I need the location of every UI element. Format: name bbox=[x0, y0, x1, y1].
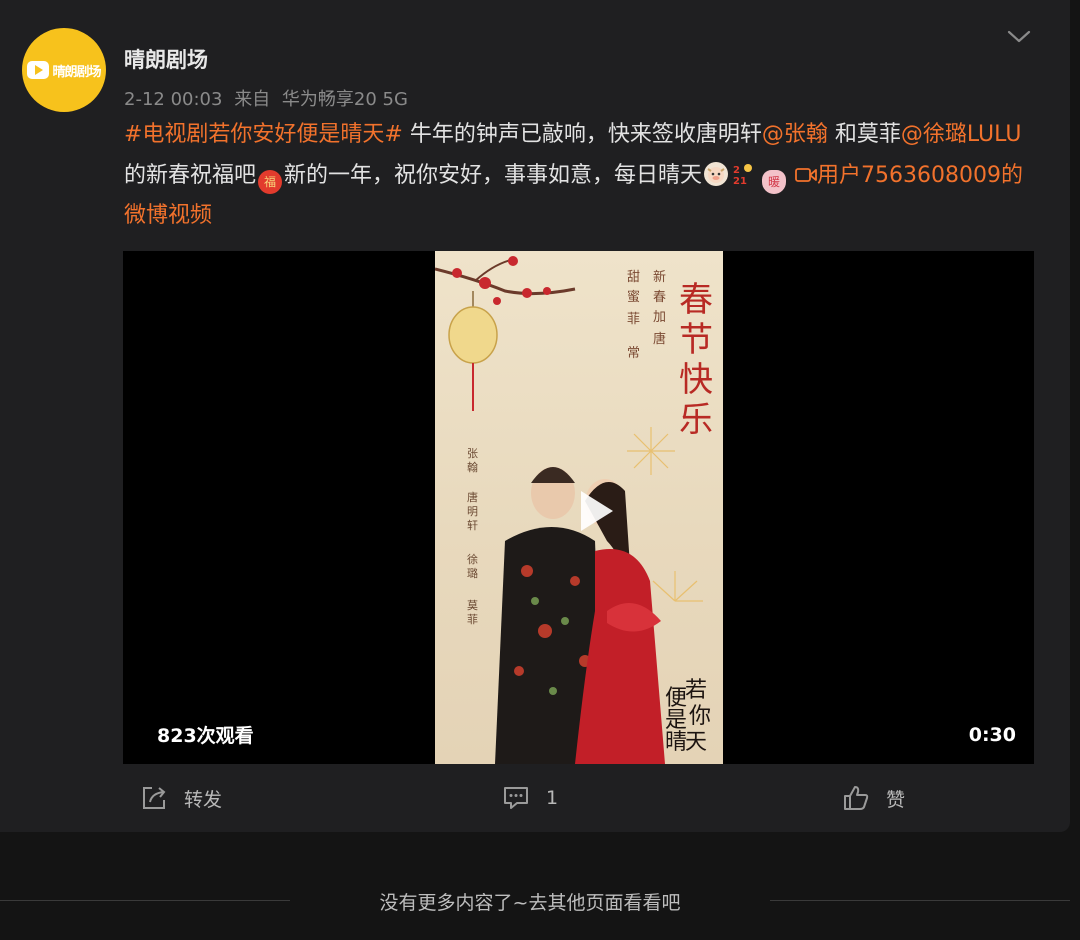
chevron-down-icon[interactable] bbox=[1006, 26, 1032, 46]
2021-emoji-icon: 2 21 bbox=[732, 162, 758, 187]
svg-text:若: 若 bbox=[685, 678, 707, 703]
svg-text:常: 常 bbox=[627, 346, 640, 361]
svg-text:2: 2 bbox=[733, 165, 740, 176]
svg-text:徐: 徐 bbox=[467, 552, 478, 566]
svg-text:加: 加 bbox=[653, 310, 666, 325]
hashtag-link[interactable]: #电视剧若你安好便是晴天# bbox=[124, 122, 403, 147]
text-segment: 牛年的钟声已敲响，快来签收唐明轩 bbox=[402, 122, 762, 147]
post-time[interactable]: 2-12 00:03 bbox=[124, 89, 222, 110]
comment-button[interactable]: 1 bbox=[502, 784, 558, 812]
like-button[interactable]: 赞 bbox=[842, 784, 905, 812]
svg-text:晴: 晴 bbox=[665, 730, 687, 755]
svg-text:快: 快 bbox=[679, 360, 713, 400]
text-segment: 的新春祝福吧 bbox=[124, 162, 257, 188]
weibo-post-card: 晴朗剧场 晴朗剧场 2-12 00:03 来自 华为畅享20 5G #电视剧若你… bbox=[0, 0, 1070, 832]
view-count: 823次观看 bbox=[157, 725, 254, 747]
post-source: 华为畅享20 5G bbox=[281, 89, 408, 110]
like-label: 赞 bbox=[886, 788, 906, 811]
svg-text:轩: 轩 bbox=[467, 518, 478, 532]
author-name[interactable]: 晴朗剧场 bbox=[124, 44, 208, 74]
svg-text:节: 节 bbox=[679, 320, 713, 360]
svg-text:唐: 唐 bbox=[653, 331, 666, 347]
mention-link[interactable]: @徐璐LULU bbox=[901, 122, 1022, 147]
svg-text:明: 明 bbox=[467, 505, 478, 518]
svg-text:你: 你 bbox=[689, 704, 711, 729]
svg-text:甜: 甜 bbox=[627, 269, 640, 285]
avatar-logo-text: 晴朗剧场 bbox=[52, 64, 101, 80]
svg-text:乐: 乐 bbox=[679, 400, 713, 440]
post-text: #电视剧若你安好便是晴天# 牛年的钟声已敲响，快来签收唐明轩@张翰 和莫菲@徐璐… bbox=[124, 115, 1044, 237]
svg-text:唐: 唐 bbox=[467, 490, 478, 504]
repost-icon bbox=[143, 787, 166, 809]
comment-icon bbox=[504, 787, 528, 809]
end-of-feed-text: 没有更多内容了~去其他页面看看吧 bbox=[379, 892, 681, 914]
ox-emoji-icon bbox=[704, 161, 729, 186]
svg-text:璐: 璐 bbox=[467, 566, 478, 580]
video-player[interactable]: 春 节 快 乐 新春加唐 甜蜜菲常 张翰 唐明轩 徐璐 莫菲 若 你 天 便 是… bbox=[123, 251, 1034, 764]
svg-text:莫: 莫 bbox=[467, 599, 478, 612]
svg-text:菲: 菲 bbox=[627, 312, 640, 327]
svg-text:翰: 翰 bbox=[467, 460, 478, 474]
poster-title: 春 bbox=[679, 280, 713, 320]
warm-heart-emoji-icon: 暖 bbox=[762, 169, 787, 194]
video-duration: 0:30 bbox=[968, 724, 1016, 746]
text-segment: 和莫菲 bbox=[827, 122, 901, 147]
comment-count: 1 bbox=[546, 787, 559, 809]
repost-label: 转发 bbox=[184, 788, 223, 811]
svg-text:蜜: 蜜 bbox=[627, 290, 640, 305]
svg-text:菲: 菲 bbox=[467, 613, 478, 626]
svg-text:新: 新 bbox=[653, 269, 666, 285]
svg-text:张: 张 bbox=[467, 447, 478, 460]
mention-link[interactable]: @张翰 bbox=[762, 122, 828, 147]
video-camera-icon bbox=[795, 167, 817, 182]
fu-emoji-icon: 福 bbox=[258, 169, 283, 194]
svg-text:天: 天 bbox=[685, 730, 707, 755]
text-segment: 新的一年，祝你安好，事事如意，每日晴天 bbox=[284, 162, 703, 188]
like-icon bbox=[844, 786, 869, 810]
avatar[interactable]: 晴朗剧场 bbox=[22, 28, 106, 112]
play-icon[interactable] bbox=[563, 481, 623, 541]
svg-text:21: 21 bbox=[733, 176, 747, 186]
play-logo-icon bbox=[27, 61, 50, 79]
source-prefix: 来自 bbox=[234, 89, 271, 110]
post-meta: 2-12 00:03 来自 华为畅享20 5G bbox=[124, 85, 408, 111]
repost-button[interactable]: 转发 bbox=[140, 784, 222, 812]
svg-text:春: 春 bbox=[653, 290, 666, 305]
